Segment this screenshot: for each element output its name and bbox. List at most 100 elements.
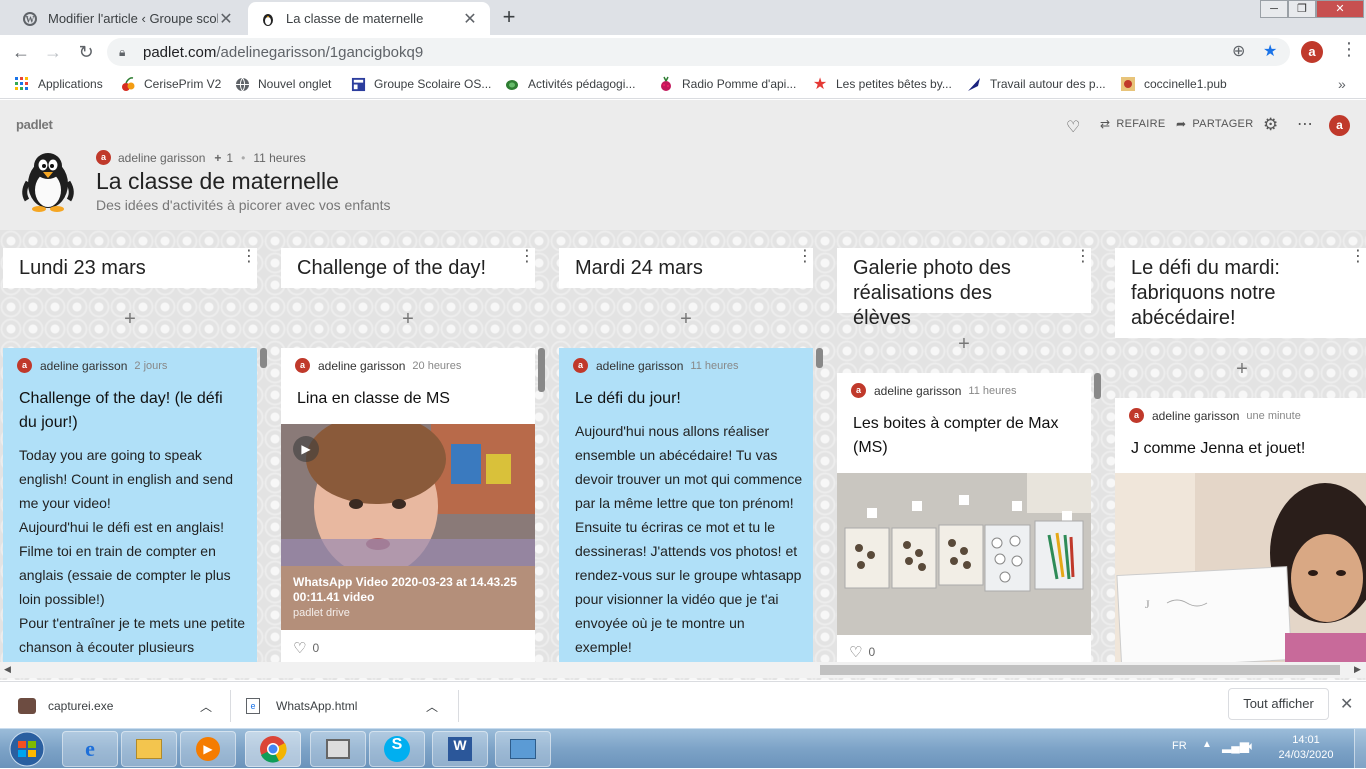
post-card[interactable]: a adeline garisson une minute J comme Je… xyxy=(1115,398,1366,664)
play-icon[interactable]: ▶ xyxy=(293,436,319,462)
start-button-icon[interactable] xyxy=(6,731,48,767)
show-desktop-button[interactable] xyxy=(1354,729,1366,769)
bookmark-applications[interactable]: Applications xyxy=(14,69,103,99)
bookmark-travail[interactable]: Travail autour des p... xyxy=(966,69,1106,99)
bookmarks-overflow-icon[interactable]: » xyxy=(1338,69,1346,99)
padlet-board: padlet ♡ ⇄ REFAIRE ➦ PARTAGER ⚙ ⋯ a a adel… xyxy=(0,100,1366,680)
close-downloads-icon[interactable]: ✕ xyxy=(1340,694,1353,714)
taskbar-skype-icon[interactable]: S xyxy=(369,731,425,767)
horizontal-scrollbar[interactable]: ◀ ▶ xyxy=(0,662,1366,678)
bookmark-groupe-scolaire[interactable]: Groupe Scolaire OS... xyxy=(350,69,491,99)
column-menu-icon[interactable]: ⋮ xyxy=(1350,249,1366,265)
bookmark-petites-betes[interactable]: ★ Les petites bêtes by... xyxy=(812,69,952,99)
column-scrollbar[interactable] xyxy=(816,348,823,368)
heart-icon[interactable]: ♡ xyxy=(849,643,862,661)
board-age: 11 heures xyxy=(253,150,306,165)
scroll-left-icon[interactable]: ◀ xyxy=(4,664,11,675)
column-header-mardi[interactable]: Mardi 24 mars ⋮ xyxy=(559,248,813,288)
tab-classe-maternelle[interactable]: La classe de maternelle ✕ xyxy=(248,2,490,35)
bookmark-ceriseprim[interactable]: CerisePrim V2 xyxy=(120,69,221,99)
download-item[interactable]: capturei.exe ︿ xyxy=(18,692,228,720)
taskbar-control-panel-icon[interactable] xyxy=(495,731,551,767)
bookmark-nouvel-onglet[interactable]: Nouvel onglet xyxy=(234,69,331,99)
taskbar-photo-app-icon[interactable] xyxy=(310,731,366,767)
column-menu-icon[interactable]: ⋮ xyxy=(519,249,535,265)
add-post-button[interactable]: + xyxy=(671,308,701,331)
clock[interactable]: 14:01 24/03/2020 xyxy=(1270,733,1342,763)
heart-icon[interactable]: ♡ xyxy=(1066,117,1081,137)
scrollbar-thumb[interactable] xyxy=(820,665,1340,675)
post-card[interactable]: a adeline garisson 11 heures Le défi du … xyxy=(559,348,813,664)
column-scrollbar[interactable] xyxy=(538,348,545,392)
column-scrollbar[interactable] xyxy=(1094,373,1101,399)
post-card[interactable]: a adeline garisson 20 heures Lina en cla… xyxy=(281,348,535,664)
padlet-logo[interactable]: padlet xyxy=(16,117,53,132)
tab-modifier-article[interactable]: W Modifier l'article ‹ Groupe scolair ✕ xyxy=(10,2,246,35)
post-card[interactable]: a adeline garisson 11 heures Les boites … xyxy=(837,373,1091,664)
menu-kebab-icon[interactable]: ⋮ xyxy=(1340,39,1358,60)
language-indicator[interactable]: FR xyxy=(1172,740,1187,752)
bookmark-activites[interactable]: Activités pédagogi... xyxy=(504,69,635,99)
taskbar-media-player-icon[interactable]: ▶ xyxy=(180,731,236,767)
html-file-icon: e xyxy=(246,698,260,714)
column-header-galerie[interactable]: Galerie photo des réalisations des élève… xyxy=(837,248,1091,329)
video-caption: WhatsApp Video 2020-03-23 at 14.43.25 00… xyxy=(293,575,517,604)
show-all-downloads-button[interactable]: Tout afficher xyxy=(1228,688,1329,720)
video-thumbnail[interactable] xyxy=(281,424,535,566)
maximize-button[interactable]: ❐ xyxy=(1288,0,1316,18)
taskbar-chrome-icon[interactable] xyxy=(245,731,301,767)
post-card[interactable]: a adeline garisson 2 jours Challenge of … xyxy=(3,348,257,664)
bookmark-radio-pomme[interactable]: Radio Pomme d'api... xyxy=(658,69,796,99)
add-post-button[interactable]: + xyxy=(115,308,145,331)
tray-expand-icon[interactable]: ▲ xyxy=(1202,739,1212,750)
column-header-challenge[interactable]: Challenge of the day! ⋮ xyxy=(281,248,535,288)
chevron-up-icon[interactable]: ︿ xyxy=(426,698,438,715)
address-bar[interactable]: 🔒︎ padlet.com/adelinegarisson/1gancigbok… xyxy=(107,38,1290,66)
column-menu-icon[interactable]: ⋮ xyxy=(1075,249,1091,265)
heart-icon[interactable]: ♡ xyxy=(293,639,306,657)
remake-button[interactable]: ⇄ REFAIRE xyxy=(1100,117,1166,131)
close-tab-icon[interactable]: ✕ xyxy=(462,9,478,29)
downloads-bar: capturei.exe ︿ e WhatsApp.html ︿ Tout af… xyxy=(0,681,1366,728)
download-item[interactable]: e WhatsApp.html ︿ xyxy=(246,692,456,720)
column-menu-icon[interactable]: ⋮ xyxy=(241,249,257,265)
share-button[interactable]: ➦ PARTAGER xyxy=(1176,117,1253,131)
column-header-defi-mardi[interactable]: Le défi du mardi: fabriquons notre abécé… xyxy=(1115,248,1366,338)
new-tab-button[interactable]: + xyxy=(496,6,522,30)
more-options-icon[interactable]: ⋯ xyxy=(1297,114,1313,134)
close-tab-icon[interactable]: ✕ xyxy=(218,9,234,29)
minimize-button[interactable]: ─ xyxy=(1260,0,1288,18)
bookmark-coccinelle[interactable]: coccinelle1.pub xyxy=(1120,69,1227,99)
scroll-right-icon[interactable]: ▶ xyxy=(1354,664,1361,675)
column-header-lundi[interactable]: Lundi 23 mars ⋮ xyxy=(3,248,257,288)
column-menu-icon[interactable]: ⋮ xyxy=(797,249,813,265)
close-window-button[interactable]: ✕ xyxy=(1316,0,1364,18)
taskbar-word-icon[interactable]: W xyxy=(432,731,488,767)
likes[interactable]: ♡ 0 xyxy=(849,643,875,661)
taskbar-explorer-icon[interactable] xyxy=(121,731,177,767)
post-body: Today you are going to speak english! Co… xyxy=(19,443,249,659)
add-post-button[interactable]: + xyxy=(1227,358,1257,381)
network-icon[interactable]: ▂▄▆ xyxy=(1222,739,1249,753)
column-scrollbar[interactable] xyxy=(260,348,267,368)
add-post-button[interactable]: + xyxy=(949,333,979,356)
photo-girl-with-drawing[interactable]: J xyxy=(1115,473,1366,664)
like-count: 0 xyxy=(312,641,320,655)
add-post-button[interactable]: + xyxy=(393,308,423,331)
bookmark-star-icon[interactable]: ★ xyxy=(1263,41,1277,61)
photo-counting-boxes[interactable] xyxy=(837,473,1091,635)
back-button[interactable]: ← xyxy=(8,39,34,65)
divider xyxy=(230,690,231,722)
volume-icon[interactable]: 🔈︎ xyxy=(1248,739,1255,754)
chevron-up-icon[interactable]: ︿ xyxy=(200,698,212,715)
zoom-icon[interactable]: ⊕ xyxy=(1232,41,1245,61)
settings-gear-icon[interactable]: ⚙ xyxy=(1263,115,1279,135)
url-host: padlet.com xyxy=(143,43,217,61)
profile-avatar[interactable]: a xyxy=(1301,41,1323,63)
author-avatar: a xyxy=(1129,408,1144,423)
forward-button[interactable]: → xyxy=(40,39,66,65)
taskbar-ie-icon[interactable]: e xyxy=(62,731,118,767)
likes[interactable]: ♡ 0 xyxy=(293,639,319,657)
reload-button[interactable]: ↻ xyxy=(73,39,99,65)
padlet-user-avatar[interactable]: a xyxy=(1329,115,1350,136)
